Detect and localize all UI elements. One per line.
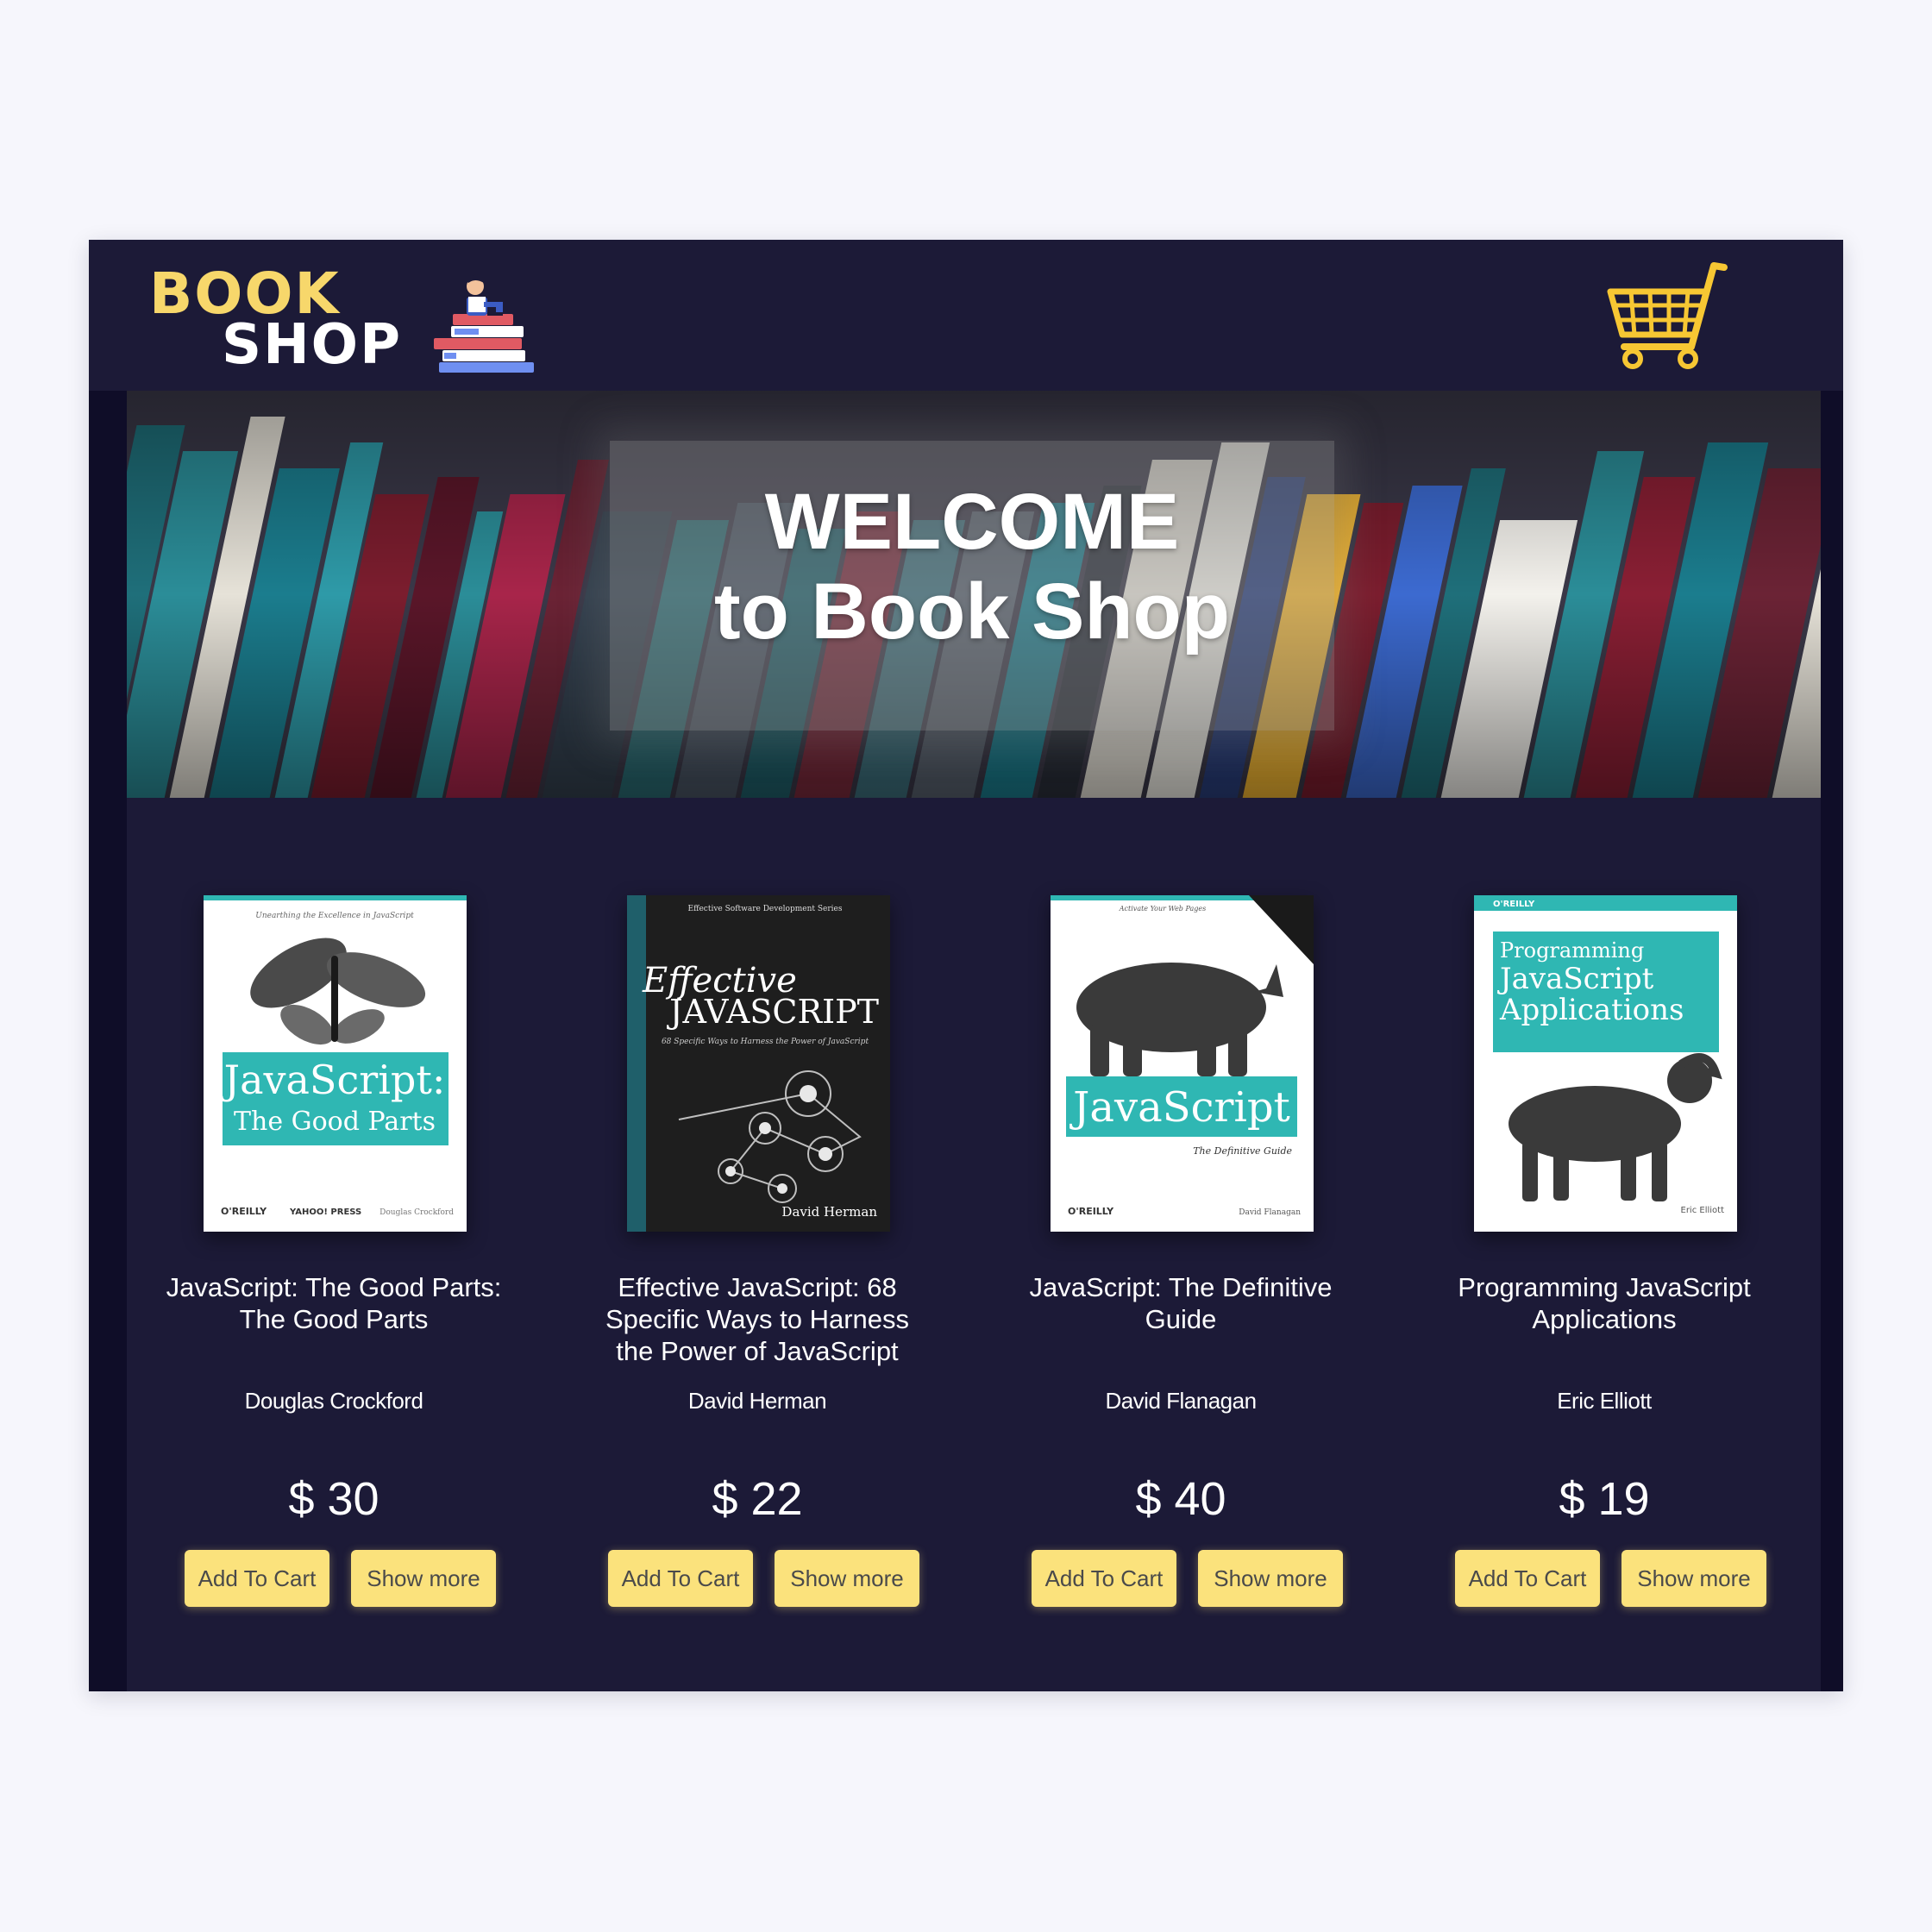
product-details: JavaScript: The Good Parts: The Good Par… (127, 0, 1821, 1932)
show-more-button[interactable]: Show more (775, 1550, 919, 1607)
add-to-cart-button[interactable]: Add To Cart (608, 1550, 753, 1607)
show-more-button[interactable]: Show more (1198, 1550, 1343, 1607)
product-price: $ 19 (1559, 1473, 1650, 1525)
right-edge (1821, 391, 1843, 1691)
product-author: David Herman (687, 1388, 827, 1414)
product-author: David Flanagan (1105, 1388, 1257, 1414)
add-to-cart-button[interactable]: Add To Cart (1032, 1550, 1176, 1607)
show-more-button[interactable]: Show more (351, 1550, 496, 1607)
show-more-button[interactable]: Show more (1622, 1550, 1766, 1607)
product-title[interactable]: Programming JavaScript Applications (1432, 1271, 1777, 1335)
add-to-cart-button[interactable]: Add To Cart (1455, 1550, 1600, 1607)
product-price: $ 30 (288, 1473, 380, 1525)
product-price: $ 40 (1135, 1473, 1226, 1525)
left-edge (89, 391, 127, 1691)
product-title[interactable]: JavaScript: The Good Parts: The Good Par… (161, 1271, 506, 1335)
product-title[interactable]: Effective JavaScript: 68 Specific Ways t… (585, 1271, 930, 1367)
product-price: $ 22 (712, 1473, 803, 1525)
product-author: Douglas Crockford (244, 1388, 423, 1414)
product-author: Eric Elliott (1557, 1388, 1652, 1414)
add-to-cart-button[interactable]: Add To Cart (185, 1550, 329, 1607)
product-title[interactable]: JavaScript: The Definitive Guide (1008, 1271, 1353, 1335)
